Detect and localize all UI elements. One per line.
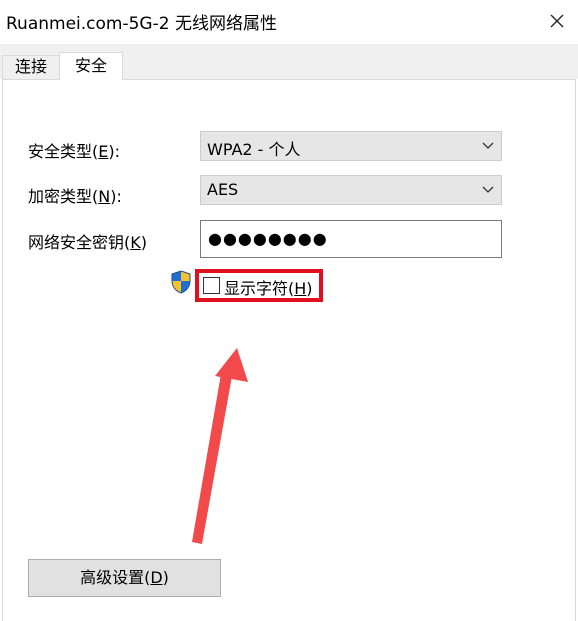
- tab-security[interactable]: 安全: [59, 52, 123, 80]
- network-key-value: ●●●●●●●●: [208, 229, 328, 248]
- encryption-type-value: AES: [207, 180, 239, 199]
- close-button[interactable]: [540, 4, 574, 38]
- tab-strip: 连接 安全: [0, 44, 578, 80]
- title-bar: Ruanmei.com-5G-2 无线网络属性: [0, 0, 578, 44]
- advanced-settings-button[interactable]: 高级设置(D): [28, 559, 221, 597]
- security-type-select[interactable]: WPA2 - 个人: [200, 131, 502, 161]
- close-icon: [550, 14, 564, 28]
- security-type-label: 安全类型(E):: [28, 142, 121, 161]
- show-characters-accesskey: H: [294, 279, 307, 298]
- tab-connection[interactable]: 连接: [2, 55, 60, 79]
- show-characters-label-text: 显示字符: [224, 279, 289, 298]
- chevron-down-icon: [482, 186, 494, 193]
- encryption-type-label: 加密类型(N):: [28, 187, 122, 206]
- uac-shield-icon: [171, 270, 191, 294]
- network-key-label: 网络安全密钥(K): [28, 233, 148, 252]
- advanced-settings-accesskey: D: [150, 568, 163, 587]
- network-key-label-text: 网络安全密钥: [28, 233, 125, 252]
- chevron-down-icon: [482, 142, 494, 149]
- network-key-input[interactable]: ●●●●●●●●: [200, 220, 502, 258]
- encryption-type-select[interactable]: AES: [200, 175, 502, 205]
- encryption-type-accesskey: N: [98, 187, 111, 206]
- security-type-accesskey: E: [98, 142, 109, 161]
- security-type-label-text: 安全类型: [28, 142, 93, 161]
- security-type-value: WPA2 - 个人: [207, 140, 301, 159]
- encryption-type-label-text: 加密类型: [28, 187, 93, 206]
- advanced-settings-label-text: 高级设置: [80, 568, 145, 587]
- show-characters-checkbox[interactable]: [203, 277, 220, 294]
- window-title: Ruanmei.com-5G-2 无线网络属性: [6, 14, 277, 34]
- show-characters-label[interactable]: 显示字符(H): [224, 275, 313, 299]
- network-key-accesskey: K: [130, 233, 141, 252]
